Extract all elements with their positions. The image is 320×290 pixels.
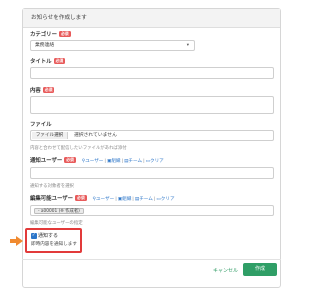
editors-input[interactable]: - a00001 (※ 作成者) [30,205,274,216]
editors-label-text: 編集可能ユーザー [30,196,74,202]
required-badge: 必須 [53,58,66,64]
link-organizations[interactable]: 組織 [111,159,120,164]
notify-checkbox[interactable]: ✓ [31,233,37,239]
link-clear[interactable]: クリア [150,159,164,164]
editors-links: ⚲ユーザー|▣組織|▤チーム|▭クリア [92,197,175,202]
notify-users-help: 通知する対象者を選択 [30,184,74,189]
link-clear[interactable]: クリア [161,197,175,202]
cancel-button[interactable]: キャンセル [213,267,238,274]
editors-label: 編集可能ユーザー 必須 ⚲ユーザー|▣組織|▤チーム|▭クリア [30,194,175,202]
file-status: 選択されていません [74,133,117,138]
link-teams[interactable]: チーム [128,159,142,164]
form-header: お知らせを作成します [23,9,280,28]
category-select[interactable]: 業務連絡 ▾ [30,40,195,51]
required-badge: 必須 [42,87,55,93]
required-badge: 必須 [75,195,87,201]
editors-help: 編集可能なユーザーの指定 [30,221,83,226]
editor-tag[interactable]: - a00001 (※ 作成者) [34,207,84,214]
arrow-right-icon [10,236,23,246]
title-input[interactable] [30,67,274,79]
title-label: タイトル 必須 [30,57,66,65]
title-label-text: タイトル [30,59,52,65]
file-input[interactable]: ファイル選択 選択されていません [30,130,274,141]
notify-users-label-text: 通知ユーザー [30,158,63,164]
content-label: 内容 必須 [30,86,55,94]
notify-users-input[interactable] [30,167,274,179]
link-users[interactable]: ユーザー [96,197,114,202]
file-label: ファイル [30,122,52,128]
file-select-button[interactable]: ファイル選択 [32,132,68,139]
file-help: 内容と合わせて配信したいファイルがあれば添付 [30,146,127,151]
content-label-text: 内容 [30,88,41,94]
footer-divider [22,259,281,260]
link-teams[interactable]: チーム [139,197,153,202]
notify-help: 即時内容を通知します [31,242,77,247]
notify-users-links: ⚲ユーザー|▣組織|▤チーム|▭クリア [81,159,164,164]
link-organizations[interactable]: 組織 [122,197,131,202]
category-label-text: カテゴリー [30,32,57,38]
create-button[interactable]: 作成 [243,263,277,276]
notify-users-label: 通知ユーザー 必須 ⚲ユーザー|▣組織|▤チーム|▭クリア [30,156,164,164]
link-users[interactable]: ユーザー [85,159,103,164]
required-badge: 必須 [64,157,76,163]
category-select-value: 業務連絡 [35,43,55,48]
chevron-down-icon: ▾ [186,43,189,48]
category-label: カテゴリー 必須 [30,30,71,38]
required-badge: 必須 [58,31,71,37]
notify-checkbox-label[interactable]: 通知する [38,232,58,239]
content-textarea[interactable] [30,96,274,114]
